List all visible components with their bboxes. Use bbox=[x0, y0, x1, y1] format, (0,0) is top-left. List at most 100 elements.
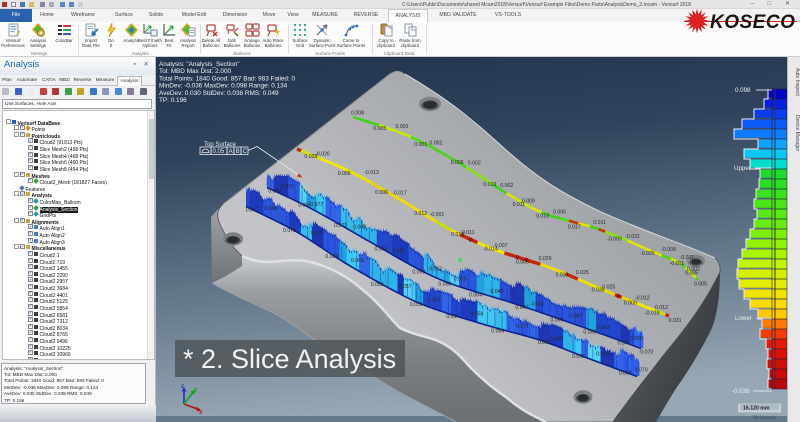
svg-text:Upper: Upper bbox=[734, 165, 751, 172]
svg-text:C: C bbox=[243, 149, 248, 155]
svg-text:0.002: 0.002 bbox=[500, 183, 513, 189]
svg-text:0.005: 0.005 bbox=[373, 126, 386, 132]
svg-text:-0.001: -0.001 bbox=[670, 261, 685, 267]
svg-text:Analysis: "Analysis_Section": Analysis: "Analysis_Section" bbox=[159, 61, 240, 68]
svg-text:0.085: 0.085 bbox=[596, 352, 609, 358]
svg-text:0.039: 0.039 bbox=[410, 302, 423, 308]
svg-text:0.069: 0.069 bbox=[351, 258, 364, 264]
svg-text:0.069: 0.069 bbox=[353, 225, 366, 231]
svg-text:0.053: 0.053 bbox=[392, 249, 405, 255]
svg-text:0.008: 0.008 bbox=[351, 110, 364, 116]
svg-text:0.012: 0.012 bbox=[655, 305, 668, 311]
svg-text:0.026: 0.026 bbox=[539, 256, 552, 262]
svg-text:0.064: 0.064 bbox=[375, 246, 388, 252]
svg-text:0.034: 0.034 bbox=[556, 273, 569, 279]
svg-text:* 2. Slice Analysis: * 2. Slice Analysis bbox=[183, 344, 396, 374]
svg-text:0.078: 0.078 bbox=[283, 228, 296, 234]
svg-text:0.070: 0.070 bbox=[640, 350, 653, 356]
svg-text:McInspect: McInspect bbox=[753, 415, 776, 421]
svg-text:0.054: 0.054 bbox=[427, 298, 440, 304]
svg-text:A: A bbox=[229, 149, 233, 155]
svg-text:KOSECO: KOSECO bbox=[710, 12, 795, 33]
svg-text:0.047: 0.047 bbox=[246, 208, 259, 214]
svg-text:0.076: 0.076 bbox=[281, 184, 294, 190]
svg-text:-0.025: -0.025 bbox=[640, 251, 655, 257]
svg-text:0.001: 0.001 bbox=[414, 142, 427, 148]
svg-text:-0.009: -0.009 bbox=[607, 236, 622, 242]
svg-text:B: B bbox=[236, 149, 240, 155]
svg-text:0.012: 0.012 bbox=[414, 211, 427, 217]
svg-text:0.096: 0.096 bbox=[572, 354, 585, 360]
svg-text:0.048: 0.048 bbox=[491, 289, 504, 295]
svg-text:0.069: 0.069 bbox=[325, 254, 338, 260]
svg-text:0.059: 0.059 bbox=[583, 330, 596, 336]
svg-text:Tol: MBD Max Dist: 2.000: Tol: MBD Max Dist: 2.000 bbox=[159, 68, 232, 75]
svg-text:-0.001: -0.001 bbox=[430, 212, 445, 218]
svg-text:0.076: 0.076 bbox=[311, 231, 324, 237]
svg-text:0.025: 0.025 bbox=[602, 284, 615, 290]
svg-text:0.068: 0.068 bbox=[538, 340, 551, 346]
svg-text:0.073: 0.073 bbox=[334, 223, 347, 229]
svg-text:0.002: 0.002 bbox=[468, 160, 481, 166]
svg-text:0.057: 0.057 bbox=[446, 314, 459, 320]
svg-text:0.059: 0.059 bbox=[412, 269, 425, 275]
svg-text:0.055: 0.055 bbox=[454, 277, 467, 283]
svg-text:MinDev: -0.036 MaxDev: 0.098 R: MinDev: -0.036 MaxDev: 0.098 Range: 0.13… bbox=[159, 83, 288, 90]
svg-text:0.009: 0.009 bbox=[522, 198, 535, 204]
svg-text:z: z bbox=[181, 384, 184, 390]
svg-text:TP: 0.196: TP: 0.196 bbox=[159, 97, 187, 104]
svg-text:0.011: 0.011 bbox=[593, 220, 606, 226]
svg-text:0.006: 0.006 bbox=[338, 171, 351, 177]
svg-text:0.031: 0.031 bbox=[669, 318, 682, 324]
svg-text:0.071: 0.071 bbox=[618, 341, 631, 347]
svg-text:AveDev: 0.030 StdDev: 0.038 RM: AveDev: 0.030 StdDev: 0.038 RMS: 0.049 bbox=[159, 90, 279, 97]
svg-text:0.064: 0.064 bbox=[469, 293, 482, 299]
svg-text:0.002: 0.002 bbox=[429, 141, 442, 147]
svg-text:0.017: 0.017 bbox=[568, 225, 581, 231]
svg-text:0.071: 0.071 bbox=[516, 324, 529, 330]
svg-text:0.065: 0.065 bbox=[550, 337, 563, 343]
svg-text:0.006: 0.006 bbox=[375, 190, 388, 196]
svg-text:-0.019: -0.019 bbox=[645, 310, 660, 316]
svg-text:-0.013: -0.013 bbox=[364, 170, 379, 176]
svg-text:0.066: 0.066 bbox=[630, 336, 643, 342]
svg-text:-0.038: -0.038 bbox=[732, 388, 750, 395]
svg-text:0.064: 0.064 bbox=[491, 328, 504, 334]
svg-text:0.002: 0.002 bbox=[687, 267, 700, 273]
svg-text:*: * bbox=[458, 255, 463, 269]
svg-text:0.006: 0.006 bbox=[451, 160, 464, 166]
svg-text:0.026: 0.026 bbox=[317, 152, 330, 158]
svg-text:0.001: 0.001 bbox=[396, 124, 409, 130]
svg-text:-0.017: -0.017 bbox=[392, 190, 407, 196]
svg-text:0.013: 0.013 bbox=[483, 182, 496, 188]
svg-text:0.018: 0.018 bbox=[536, 214, 549, 220]
svg-text:-0.031: -0.031 bbox=[625, 234, 640, 240]
svg-text:0.047: 0.047 bbox=[515, 305, 528, 311]
svg-text:0.052: 0.052 bbox=[532, 301, 545, 307]
svg-text:0.098: 0.098 bbox=[735, 87, 751, 94]
svg-text:0.047: 0.047 bbox=[570, 314, 583, 320]
svg-text:0.011: 0.011 bbox=[462, 230, 475, 236]
svg-text:0.058: 0.058 bbox=[438, 282, 451, 288]
svg-text:0.05: 0.05 bbox=[213, 149, 225, 155]
svg-text:0.080: 0.080 bbox=[264, 206, 277, 212]
svg-text:0.057: 0.057 bbox=[399, 284, 412, 290]
svg-text:Total Points: 1840 Good: 857 B: Total Points: 1840 Good: 857 Bad: 983 Fa… bbox=[159, 75, 296, 82]
svg-text:Lower: Lower bbox=[735, 315, 752, 322]
svg-text:-0.011: -0.011 bbox=[680, 255, 694, 261]
svg-text:0.005: 0.005 bbox=[553, 209, 566, 215]
svg-text:16.120 mm: 16.120 mm bbox=[743, 406, 770, 412]
svg-text:0.063: 0.063 bbox=[268, 189, 281, 195]
svg-text:0.028: 0.028 bbox=[304, 154, 317, 160]
svg-text:-0.012: -0.012 bbox=[635, 296, 650, 302]
svg-text:0.007: 0.007 bbox=[495, 243, 508, 249]
svg-text:0.025: 0.025 bbox=[576, 270, 589, 276]
svg-text:0.063: 0.063 bbox=[597, 325, 610, 331]
svg-text:0.005: 0.005 bbox=[694, 282, 707, 288]
svg-text:0.058: 0.058 bbox=[470, 311, 483, 317]
svg-text:0.066: 0.066 bbox=[550, 318, 563, 324]
svg-text:0.052: 0.052 bbox=[429, 267, 442, 273]
svg-text:0.005: 0.005 bbox=[516, 260, 529, 266]
svg-text:0.053: 0.053 bbox=[371, 282, 384, 288]
svg-text:0.077: 0.077 bbox=[310, 202, 323, 208]
